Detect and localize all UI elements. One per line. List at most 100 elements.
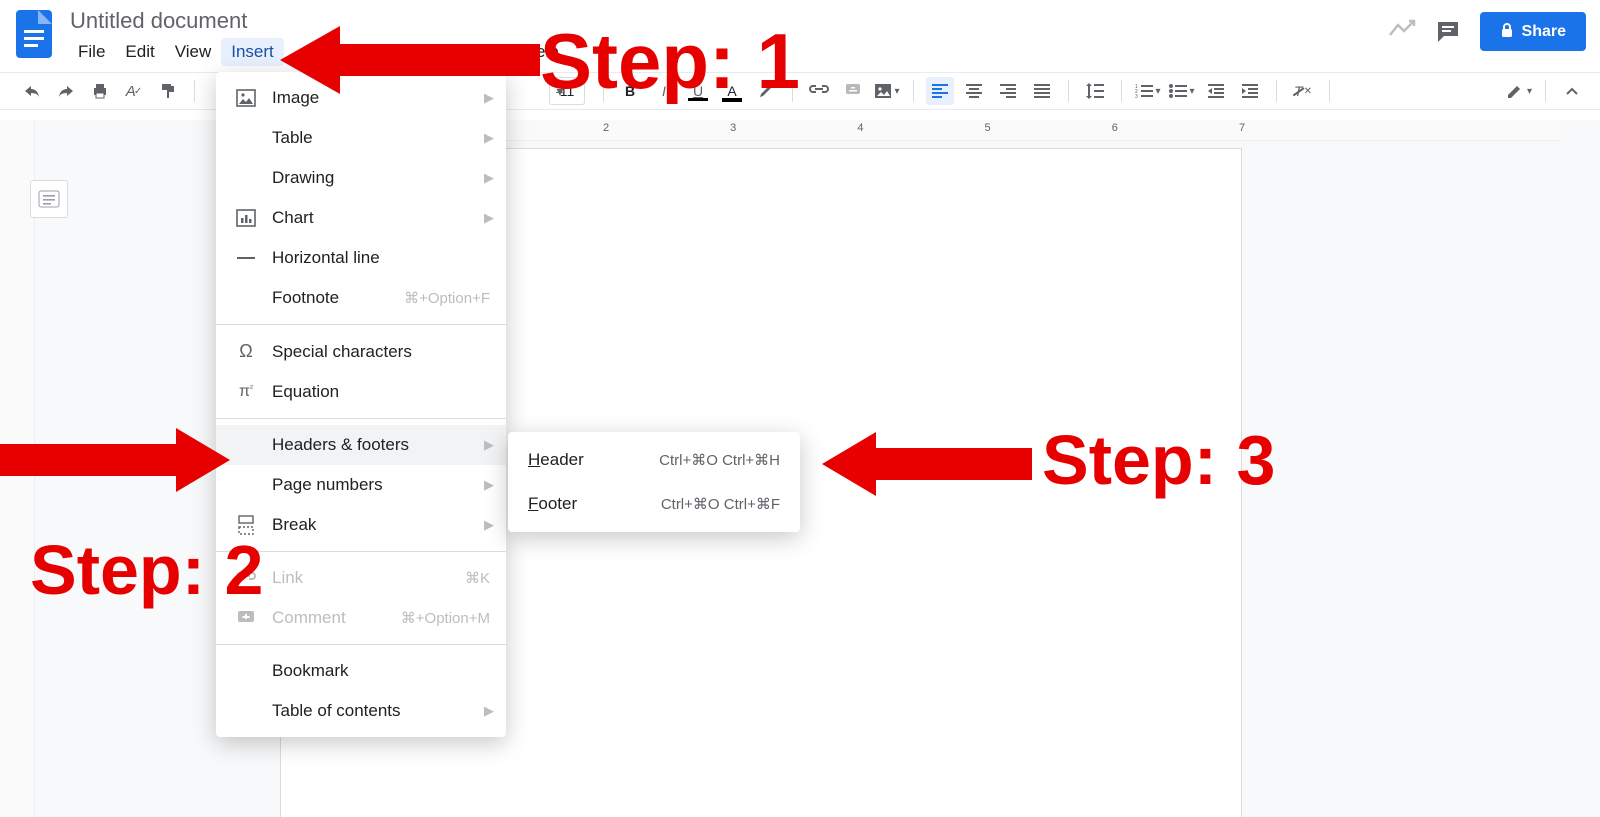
docs-logo-icon [14, 8, 54, 60]
activity-icon[interactable] [1388, 19, 1416, 44]
collapse-toolbar-button[interactable] [1558, 77, 1586, 105]
menu-item-table[interactable]: Table ▶ [216, 118, 506, 158]
annotation-label-step1: Step: 1 [540, 16, 800, 107]
ruler-tick: 7 [1239, 122, 1245, 134]
redo-button[interactable] [52, 77, 80, 105]
menu-item-label: Bookmark [272, 661, 349, 681]
annotation-label-step3: Step: 3 [1042, 420, 1275, 500]
menu-item-drawing[interactable]: Drawing ▶ [216, 158, 506, 198]
align-right-button[interactable] [994, 77, 1022, 105]
ruler-tick: 2 [603, 122, 609, 134]
print-button[interactable] [86, 77, 114, 105]
menu-item-bookmark[interactable]: Bookmark [216, 651, 506, 691]
submenu-item-footer[interactable]: Footer Ctrl+⌘O Ctrl+⌘F [508, 482, 800, 526]
share-button[interactable]: Share [1480, 12, 1586, 51]
menu-edit[interactable]: Edit [115, 38, 164, 66]
submenu-item-label: Header [528, 450, 584, 470]
horizontal-line-icon [232, 256, 260, 260]
paint-format-button[interactable] [154, 77, 182, 105]
headers-footers-submenu: Header Ctrl+⌘O Ctrl+⌘H Footer Ctrl+⌘O Ct… [508, 432, 800, 532]
submenu-item-shortcut: Ctrl+⌘O Ctrl+⌘F [661, 495, 780, 513]
toolbar-separator [1329, 80, 1330, 102]
ruler-tick: 5 [985, 122, 991, 134]
toolbar-separator [194, 80, 195, 102]
menu-item-shortcut: ⌘K [465, 569, 490, 587]
pi-icon: π² [232, 383, 260, 401]
numbered-list-button[interactable]: 123▾ [1134, 77, 1162, 105]
menu-item-shortcut: ⌘+Option+F [404, 289, 490, 307]
header-actions: Share [1388, 6, 1586, 51]
indent-increase-button[interactable] [1236, 77, 1264, 105]
bulleted-list-button[interactable]: ▾ [1168, 77, 1196, 105]
spellcheck-button[interactable]: A✓ [120, 77, 148, 105]
menu-item-label: Page numbers [272, 475, 383, 495]
annotation-arrow-step3 [822, 424, 1032, 504]
submenu-item-header[interactable]: Header Ctrl+⌘O Ctrl+⌘H [508, 438, 800, 482]
align-center-button[interactable] [960, 77, 988, 105]
ruler-tick: 4 [857, 122, 863, 134]
menu-item-label: Special characters [272, 342, 412, 362]
submenu-arrow-icon: ▶ [484, 517, 494, 533]
comments-icon[interactable] [1434, 18, 1462, 46]
menu-item-label: Headers & footers [272, 435, 409, 455]
comment-icon [232, 610, 260, 626]
line-spacing-button[interactable] [1081, 77, 1109, 105]
menu-item-label: Table of contents [272, 701, 401, 721]
submenu-arrow-icon: ▶ [484, 437, 494, 453]
align-justify-button[interactable] [1028, 77, 1056, 105]
menu-item-table-of-contents[interactable]: Table of contents ▶ [216, 691, 506, 731]
menu-item-label: Drawing [272, 168, 334, 188]
insert-image-button[interactable]: ▾ [873, 77, 901, 105]
indent-decrease-button[interactable] [1202, 77, 1230, 105]
toolbar-separator [913, 80, 914, 102]
menu-item-label: Chart [272, 208, 314, 228]
toolbar-separator [1121, 80, 1122, 102]
menu-item-label: Footnote [272, 288, 339, 308]
toolbar-separator [1068, 80, 1069, 102]
annotation-arrow-step2 [0, 420, 230, 500]
toolbar-separator [1545, 80, 1546, 102]
insert-comment-button[interactable] [839, 77, 867, 105]
align-left-button[interactable] [926, 77, 954, 105]
menu-view[interactable]: View [165, 38, 222, 66]
menu-item-shortcut: ⌘+Option+M [401, 609, 490, 627]
menu-item-equation[interactable]: π² Equation [216, 372, 506, 412]
svg-text:3: 3 [1135, 94, 1138, 100]
menu-item-page-numbers[interactable]: Page numbers ▶ [216, 465, 506, 505]
menu-item-label: Horizontal line [272, 248, 380, 268]
omega-icon: Ω [232, 341, 260, 362]
submenu-arrow-icon: ▶ [484, 703, 494, 719]
horizontal-ruler: 2 3 4 5 6 7 [500, 120, 1560, 141]
share-button-label: Share [1522, 23, 1566, 41]
chart-icon [232, 210, 260, 226]
ruler-tick: 3 [730, 122, 736, 134]
menu-separator [216, 324, 506, 325]
lock-icon [1500, 22, 1514, 41]
insert-link-button[interactable] [805, 77, 833, 105]
submenu-arrow-icon: ▶ [484, 170, 494, 186]
annotation-arrow-step1 [280, 20, 540, 100]
submenu-item-label: Footer [528, 494, 577, 514]
menu-item-label: Comment [272, 608, 346, 628]
menu-item-footnote[interactable]: Footnote ⌘+Option+F [216, 278, 506, 318]
menu-insert[interactable]: Insert [221, 38, 284, 66]
undo-button[interactable] [18, 77, 46, 105]
menu-item-label: Break [272, 515, 316, 535]
menu-item-headers-footers[interactable]: Headers & footers ▶ [216, 425, 506, 465]
menu-item-label: Link [272, 568, 303, 588]
menu-item-special-characters[interactable]: Ω Special characters [216, 331, 506, 372]
clear-formatting-button[interactable]: T✕ [1289, 77, 1317, 105]
annotation-label-step2: Step: 2 [30, 530, 263, 610]
document-outline-button[interactable] [30, 180, 68, 218]
insert-dropdown-menu: Image ▶ Table ▶ Drawing ▶ Chart ▶ Horizo… [216, 72, 506, 737]
image-icon [232, 90, 260, 106]
menu-item-chart[interactable]: Chart ▶ [216, 198, 506, 238]
menu-item-label: Equation [272, 382, 339, 402]
submenu-arrow-icon: ▶ [484, 130, 494, 146]
menu-item-horizontal-line[interactable]: Horizontal line [216, 238, 506, 278]
editing-mode-button[interactable]: ▾ [1505, 77, 1533, 105]
menu-separator [216, 418, 506, 419]
menu-item-label: Table [272, 128, 313, 148]
menu-file[interactable]: File [68, 38, 115, 66]
submenu-arrow-icon: ▶ [484, 477, 494, 493]
